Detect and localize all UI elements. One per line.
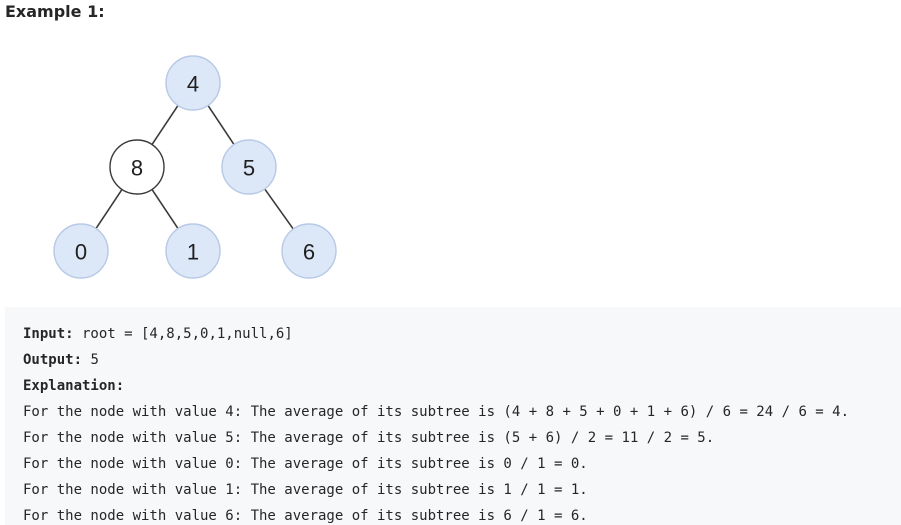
- tree-node-8: 8: [109, 139, 165, 195]
- explanation-line: For the node with value 1: The average o…: [23, 482, 588, 498]
- tree-node-value: 8: [131, 156, 143, 181]
- tree-node-value: 0: [75, 240, 87, 265]
- explanation-label: Explanation:: [23, 378, 125, 394]
- tree-node-1: 1: [165, 223, 221, 279]
- explanation-line: For the node with value 6: The average o…: [23, 508, 588, 524]
- output-value: 5: [82, 352, 99, 368]
- explanation-line: For the node with value 4: The average o…: [23, 404, 850, 420]
- tree-node-value: 5: [243, 156, 255, 181]
- tree-edge: [95, 189, 123, 229]
- tree-node-value: 6: [303, 240, 315, 265]
- explanation-line: For the node with value 5: The average o…: [23, 430, 715, 446]
- tree-node-value: 1: [187, 240, 199, 265]
- input-label: Input:: [23, 326, 74, 342]
- tree-edge: [207, 105, 235, 145]
- example-code-block: Input: root = [4,8,5,0,1,null,6] Output:…: [5, 307, 901, 525]
- input-value: root = [4,8,5,0,1,null,6]: [73, 326, 293, 342]
- tree-node-6: 6: [281, 223, 337, 279]
- tree-node-5: 5: [221, 139, 277, 195]
- output-line: Output: 5: [23, 347, 901, 373]
- tree-edge: [151, 189, 179, 229]
- tree-node-value: 4: [187, 72, 199, 97]
- tree-node-0: 0: [53, 223, 109, 279]
- tree-node-4: 4: [165, 55, 221, 111]
- tree-edge: [151, 105, 179, 145]
- tree-svg: 4 8 5 0 1 6: [53, 55, 337, 279]
- output-label: Output:: [23, 352, 83, 368]
- input-line: Input: root = [4,8,5,0,1,null,6]: [23, 321, 901, 347]
- explanation-line: For the node with value 0: The average o…: [23, 456, 588, 472]
- binary-tree-diagram: 4 8 5 0 1 6: [0, 0, 901, 300]
- tree-edge: [264, 188, 294, 230]
